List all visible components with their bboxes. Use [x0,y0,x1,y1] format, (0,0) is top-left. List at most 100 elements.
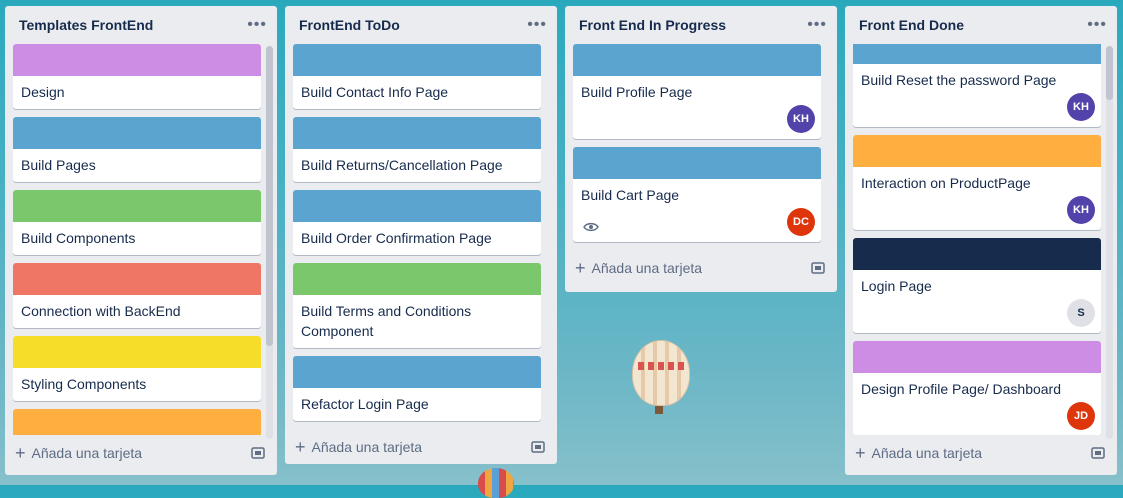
plus-icon: + [15,443,26,463]
card[interactable]: Interaction on ProductPage KH [853,135,1101,230]
card[interactable]: Build Profile Page KH [573,44,821,139]
card[interactable]: Build Reset the password Page KH [853,44,1101,127]
card-template-icon[interactable] [811,262,825,274]
card[interactable]: Connection with BackEnd [13,263,261,328]
card[interactable]: Build Cart Page DC [573,147,821,242]
balloon-basket [655,406,663,414]
plus-icon: + [295,437,306,457]
avatar[interactable]: KH [787,105,815,133]
add-card-button[interactable]: + Añada una tarjeta [15,444,142,462]
card[interactable]: Login Page S [853,238,1101,333]
balloon-decoration-small [478,468,514,498]
plus-icon: + [855,443,866,463]
list-title: Front End In Progress [579,17,727,33]
add-card-label: Añada una tarjeta [311,439,423,455]
card-title: Design Profile Page/ Dashboard [861,381,1062,397]
card-badges: KH [573,105,821,139]
avatar[interactable]: DC [787,208,815,236]
add-card-row: + Añada una tarjeta [5,437,277,469]
card-title: Design [21,84,65,100]
add-card-label: Añada una tarjeta [591,260,703,276]
list-header: Front End Done ••• [845,6,1117,44]
card-template-icon[interactable] [251,447,265,459]
card-title: Login Page [861,278,932,294]
list-frontend-todo: FrontEnd ToDo ••• Build Contact Info Pag… [285,6,557,464]
add-card-row: + Añada una tarjeta [565,252,837,284]
card-cover [853,238,1101,270]
card[interactable]: Styling Components [13,336,261,401]
list-title: Templates FrontEnd [19,17,154,33]
list-scrollbar-thumb[interactable] [266,46,273,346]
card-cover [573,147,821,179]
card-title: Build Returns/Cancellation Page [301,157,503,173]
add-card-button[interactable]: + Añada una tarjeta [575,259,702,277]
card-cover [13,117,261,149]
card-badges: S [853,299,1101,333]
card[interactable]: Build Terms and Conditions Component [293,263,541,348]
card-title: Styling Components [21,376,147,392]
list-scrollbar-thumb[interactable] [1106,46,1113,100]
list-menu-icon[interactable]: ••• [247,17,267,33]
card-cover [293,263,541,295]
card-cover [853,44,1101,64]
card[interactable]: Design Profile Page/ Dashboard JD [853,341,1101,435]
card-title: Interaction on ProductPage [861,175,1031,191]
card-cover [853,341,1101,373]
card-title: Refactor Login Page [301,396,429,412]
card-cover [13,409,261,435]
card[interactable]: Build Pages [13,117,261,182]
list-header: Front End In Progress ••• [565,6,837,44]
avatar[interactable]: KH [1067,196,1095,224]
card-badges: KH [853,196,1101,230]
card-title: Build Components [21,230,136,246]
list-templates-frontend: Templates FrontEnd ••• Design Build Page… [5,6,277,475]
card[interactable]: Build Returns/Cancellation Page [293,117,541,182]
plus-icon: + [575,258,586,278]
card-title: Connection with BackEnd [21,303,181,319]
card-list: Build Contact Info Page Build Returns/Ca… [285,44,557,429]
add-card-button[interactable]: + Añada una tarjeta [855,444,982,462]
card-title: Build Cart Page [581,187,680,203]
list-title: FrontEnd ToDo [299,17,400,33]
card[interactable]: Refactor Login Page [293,356,541,421]
card-partial[interactable] [13,409,261,435]
add-card-label: Añada una tarjeta [31,445,143,461]
list-frontend-in-progress: Front End In Progress ••• Build Profile … [565,6,837,292]
add-card-label: Añada una tarjeta [871,445,983,461]
list-menu-icon[interactable]: ••• [527,17,547,33]
avatar[interactable]: JD [1067,402,1095,430]
card-list: Design Build Pages Build Components Conn… [5,44,277,435]
card-cover [13,44,261,76]
balloon-pattern [638,362,684,370]
card-list: Build Profile Page KH Build Cart Page DC [565,44,837,250]
list-frontend-done: Front End Done ••• Build Reset the passw… [845,6,1117,475]
list-menu-icon[interactable]: ••• [1087,17,1107,33]
card[interactable]: Build Components [13,190,261,255]
avatar[interactable]: KH [1067,93,1095,121]
card-list: Build Reset the password Page KH Interac… [845,44,1117,435]
card-title: Build Reset the password Page [861,72,1057,88]
card-template-icon[interactable] [1091,447,1105,459]
avatar[interactable]: S [1067,299,1095,327]
card-cover [853,135,1101,167]
card-cover [293,190,541,222]
list-menu-icon[interactable]: ••• [807,17,827,33]
card-title: Build Profile Page [581,84,693,100]
eye-icon [583,222,599,232]
card-title: Build Contact Info Page [301,84,449,100]
add-card-button[interactable]: + Añada una tarjeta [295,438,422,456]
list-scrollbar[interactable] [1106,46,1113,439]
list-header: FrontEnd ToDo ••• [285,6,557,44]
card-title: Build Pages [21,157,96,173]
add-card-row: + Añada una tarjeta [845,437,1117,469]
card-cover [293,44,541,76]
card-template-icon[interactable] [531,441,545,453]
card-badges: JD [853,402,1101,435]
card[interactable]: Build Order Confirmation Page [293,190,541,255]
card-badges: DC [573,208,821,242]
card[interactable]: Design [13,44,261,109]
card-cover [13,190,261,222]
add-card-row: + Añada una tarjeta [285,431,557,463]
balloon-decoration [632,340,690,406]
card[interactable]: Build Contact Info Page [293,44,541,109]
